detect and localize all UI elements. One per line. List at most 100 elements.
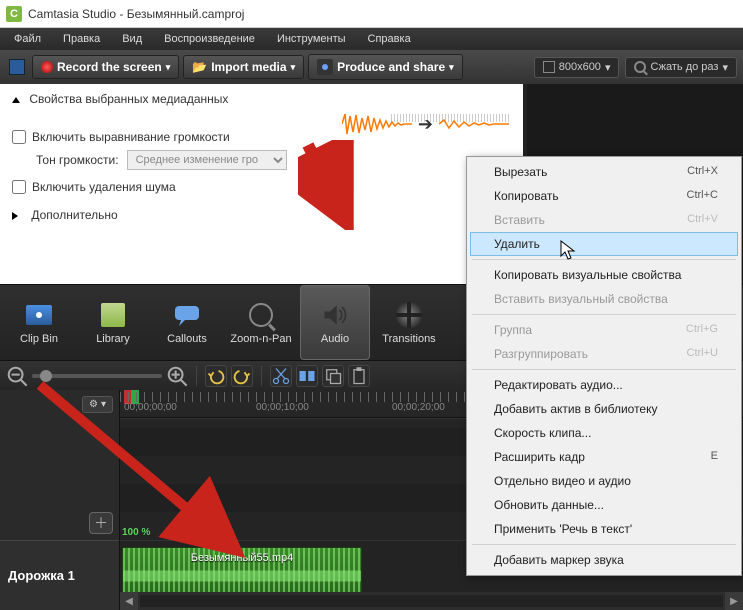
- library-icon: [101, 303, 125, 327]
- chevron-down-icon: ▾: [449, 62, 454, 73]
- zoom-slider[interactable]: [32, 374, 162, 378]
- tab-zoompan[interactable]: Zoom-n-Pan: [226, 285, 296, 360]
- checkbox-label: Включить выравнивание громкости: [32, 130, 230, 144]
- ctx-separate[interactable]: Отдельно видео и аудио: [470, 469, 738, 493]
- ctx-extend-frame[interactable]: Расширить кадрE: [470, 445, 738, 469]
- tab-label: Library: [96, 333, 130, 345]
- add-track-button[interactable]: ＋: [89, 512, 113, 534]
- tab-callouts[interactable]: Callouts: [152, 285, 222, 360]
- ctx-delete[interactable]: Удалить: [470, 232, 738, 256]
- copy-button[interactable]: [322, 365, 344, 387]
- ctx-copy-visual[interactable]: Копировать визуальные свойства: [470, 263, 738, 287]
- zoom-label: Сжать до раз: [650, 61, 718, 73]
- zoom-in-button[interactable]: [166, 365, 188, 387]
- noise-removal-checkbox[interactable]: Включить удаления шума: [12, 180, 511, 194]
- chevron-down-icon: ▾: [605, 61, 611, 74]
- properties-panel: Свойства выбранных медиаданных Включить …: [0, 84, 527, 284]
- produce-label: Produce and share: [337, 60, 445, 74]
- ctx-clip-speed[interactable]: Скорость клипа...: [470, 421, 738, 445]
- cut-button[interactable]: [270, 365, 292, 387]
- tone-label: Тон громкости:: [36, 153, 119, 167]
- slider-thumb[interactable]: [40, 370, 52, 382]
- menu-file[interactable]: Файл: [4, 30, 51, 48]
- undo-button[interactable]: [205, 365, 227, 387]
- ctx-group: ГруппаCtrl+G: [470, 318, 738, 342]
- dimensions-button[interactable]: 800x600 ▾: [534, 57, 620, 78]
- ctx-paste: ВставитьCtrl+V: [470, 208, 738, 232]
- tab-audio[interactable]: Audio: [300, 285, 370, 360]
- floppy-icon: [9, 59, 25, 75]
- tab-label: Callouts: [167, 333, 207, 345]
- zoom-out-button[interactable]: [6, 365, 28, 387]
- arrow-right-icon: ➔: [418, 114, 433, 135]
- transitions-icon: [396, 302, 422, 328]
- main-toolbar: Record the screen ▾ 📂 Import media ▾ Pro…: [0, 50, 743, 84]
- collapse-icon[interactable]: [12, 97, 20, 103]
- menu-help[interactable]: Справка: [358, 30, 421, 48]
- chevron-down-icon: ▾: [101, 399, 106, 410]
- checkbox-input[interactable]: [12, 180, 26, 194]
- window-title: Camtasia Studio - Безымянный.camproj: [28, 7, 244, 21]
- ctx-add-marker[interactable]: Добавить маркер звука: [470, 548, 738, 572]
- callouts-icon: [173, 301, 201, 329]
- record-label: Record the screen: [57, 60, 162, 74]
- ctx-copy[interactable]: КопироватьCtrl+C: [470, 184, 738, 208]
- magnifier-icon: [249, 303, 273, 327]
- app-icon: C: [6, 6, 22, 22]
- produce-button[interactable]: Produce and share ▾: [308, 54, 463, 80]
- tab-library[interactable]: Library: [78, 285, 148, 360]
- time-label: 00;00;20;00: [392, 402, 445, 413]
- speaker-icon: [321, 301, 349, 329]
- timeline-settings-button[interactable]: ⚙ ▾: [82, 396, 113, 413]
- context-menu: ВырезатьCtrl+X КопироватьCtrl+C Вставить…: [466, 156, 742, 576]
- ctx-update[interactable]: Обновить данные...: [470, 493, 738, 517]
- ctx-cut[interactable]: ВырезатьCtrl+X: [470, 160, 738, 184]
- menu-view[interactable]: Вид: [112, 30, 152, 48]
- track-header[interactable]: Дорожка 1: [0, 540, 119, 610]
- panel-title: Свойства выбранных медиаданных: [29, 92, 228, 106]
- paste-button[interactable]: [348, 365, 370, 387]
- checkbox-input[interactable]: [12, 130, 26, 144]
- tone-select[interactable]: Среднее изменение гро: [127, 150, 287, 170]
- import-button[interactable]: 📂 Import media ▾: [183, 55, 304, 79]
- tab-label: Audio: [321, 333, 349, 345]
- zoom-fit-button[interactable]: Сжать до раз ▾: [625, 57, 737, 78]
- ctx-ungroup: РазгруппироватьCtrl+U: [470, 342, 738, 366]
- import-label: Import media: [211, 60, 286, 74]
- dimensions-label: 800x600: [559, 61, 601, 73]
- expand-icon[interactable]: [12, 212, 22, 220]
- clipbin-icon: [26, 305, 52, 325]
- zoom-percent: 100 %: [122, 527, 150, 538]
- time-label: 00;00;10;00: [256, 402, 309, 413]
- ctx-paste-visual: Вставить визуальный свойства: [470, 287, 738, 311]
- time-label: 00;00;00;00: [124, 402, 177, 413]
- redo-button[interactable]: [231, 365, 253, 387]
- scroll-left-button[interactable]: ◀: [120, 592, 138, 610]
- scroll-right-button[interactable]: ▶: [725, 592, 743, 610]
- folder-icon: 📂: [192, 60, 207, 74]
- magnifier-icon: [634, 61, 646, 73]
- waveform-preview: ➔: [342, 110, 509, 138]
- ctx-edit-audio[interactable]: Редактировать аудио...: [470, 373, 738, 397]
- menu-edit[interactable]: Правка: [53, 30, 110, 48]
- timeline-scrollbar[interactable]: ◀ ▶: [120, 592, 743, 610]
- tab-label: Zoom-n-Pan: [230, 333, 291, 345]
- tab-label: Clip Bin: [20, 333, 58, 345]
- save-button[interactable]: [6, 56, 28, 78]
- ctx-add-asset[interactable]: Добавить актив в библиотеку: [470, 397, 738, 421]
- ctx-speech[interactable]: Применить 'Речь в текст': [470, 517, 738, 541]
- record-button[interactable]: Record the screen ▾: [32, 55, 179, 79]
- scroll-track[interactable]: [140, 595, 723, 607]
- record-icon: [41, 61, 53, 73]
- menu-play[interactable]: Воспроизведение: [154, 30, 265, 48]
- split-button[interactable]: [296, 365, 318, 387]
- chevron-down-icon: ▾: [166, 62, 171, 73]
- camera-icon: [317, 59, 333, 75]
- menu-tools[interactable]: Инструменты: [267, 30, 356, 48]
- tab-transitions[interactable]: Transitions: [374, 285, 444, 360]
- checkbox-label: Включить удаления шума: [32, 180, 176, 194]
- track-name: Дорожка 1: [8, 568, 75, 583]
- tab-clipbin[interactable]: Clip Bin: [4, 285, 74, 360]
- timeline-tracks-header: ⚙ ▾ ＋ Дорожка 1: [0, 390, 120, 610]
- title-bar: C Camtasia Studio - Безымянный.camproj: [0, 0, 743, 28]
